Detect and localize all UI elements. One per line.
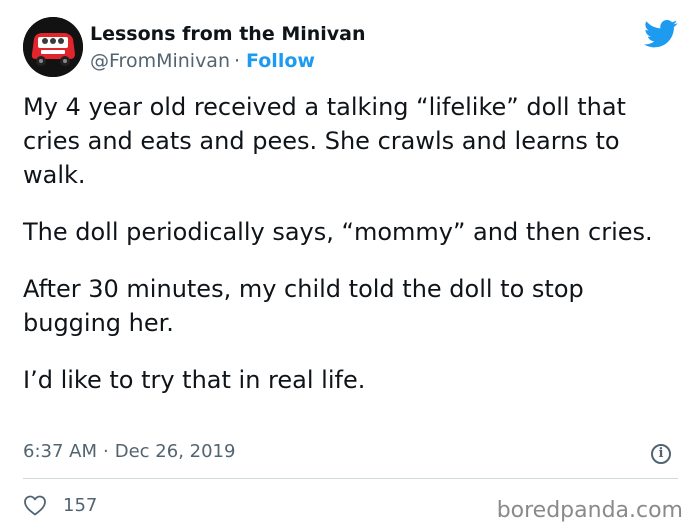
info-icon[interactable]: i [651, 444, 671, 464]
timestamp-separator: · [103, 441, 109, 462]
like-count: 157 [63, 494, 98, 516]
tweet-date: Dec 26, 2019 [114, 441, 236, 462]
author-name[interactable]: Lessons from the Minivan [90, 23, 366, 45]
avatar[interactable] [23, 17, 83, 77]
author-handle[interactable]: @FromMinivan [90, 50, 230, 72]
tweet-paragraph: After 30 minutes, my child told the doll… [23, 275, 584, 337]
watermark: boredpanda.com [496, 498, 683, 523]
handle-separator: · [234, 50, 241, 72]
minivan-logo-icon [23, 17, 83, 77]
like-button[interactable]: 157 [23, 494, 97, 516]
follow-button[interactable]: Follow [246, 50, 315, 72]
tweet-paragraph: The doll periodically says, “mommy” and … [23, 218, 653, 246]
tweet-time: 6:37 AM [23, 441, 97, 462]
tweet-paragraph: My 4 year old received a talking “lifeli… [23, 93, 626, 189]
heart-icon [24, 495, 46, 516]
tweet-timestamp[interactable]: 6:37 AM · Dec 26, 2019 [23, 441, 235, 462]
twitter-bird-icon[interactable] [644, 19, 678, 49]
author-handle-row: @FromMinivan · Follow [90, 50, 315, 72]
tweet-text: My 4 year old received a talking “lifeli… [23, 90, 678, 420]
tweet-paragraph: I’d like to try that in real life. [23, 366, 366, 394]
divider [23, 478, 678, 479]
